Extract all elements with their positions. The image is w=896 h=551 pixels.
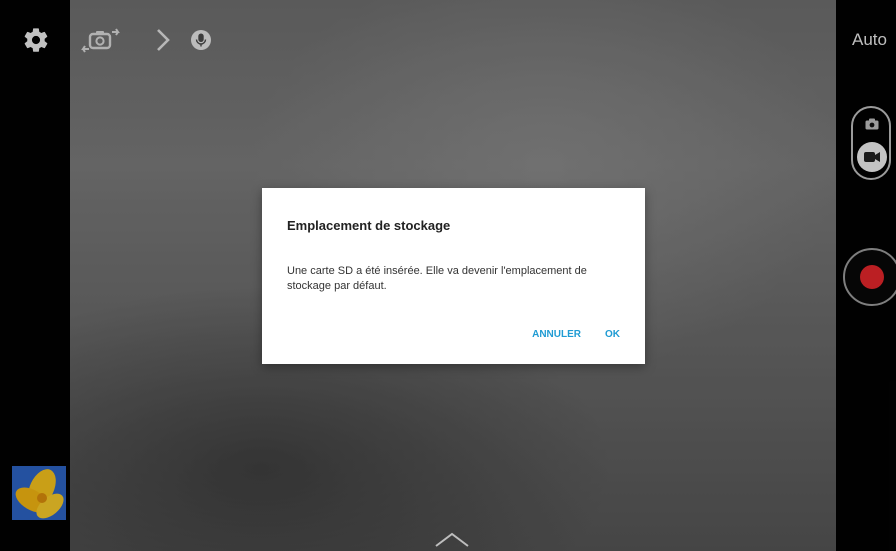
camera-screen: Auto Emplacement de stockage Une carte S… (0, 0, 896, 551)
microphone-icon[interactable] (189, 28, 213, 52)
chevron-up-icon[interactable] (432, 528, 472, 550)
storage-location-dialog: Emplacement de stockage Une carte SD a é… (262, 188, 645, 364)
record-button[interactable] (843, 248, 896, 306)
video-camera-icon (864, 152, 880, 162)
photo-video-mode-toggle[interactable] (851, 106, 891, 180)
gear-icon[interactable] (20, 24, 52, 56)
camera-icon[interactable] (865, 118, 879, 130)
dialog-title: Emplacement de stockage (287, 218, 451, 233)
switch-camera-icon[interactable] (80, 24, 122, 56)
dialog-message: Une carte SD a été insérée. Elle va deve… (287, 265, 587, 292)
dialog-actions: ANNULER OK (532, 329, 620, 340)
flash-mode-label[interactable]: Auto (852, 30, 887, 50)
ok-button[interactable]: OK (605, 329, 620, 340)
record-icon (860, 265, 884, 289)
chevron-right-icon[interactable] (150, 24, 176, 56)
cancel-button[interactable]: ANNULER (532, 329, 581, 340)
gallery-thumbnail[interactable] (12, 466, 66, 520)
video-mode-knob[interactable] (857, 142, 887, 172)
